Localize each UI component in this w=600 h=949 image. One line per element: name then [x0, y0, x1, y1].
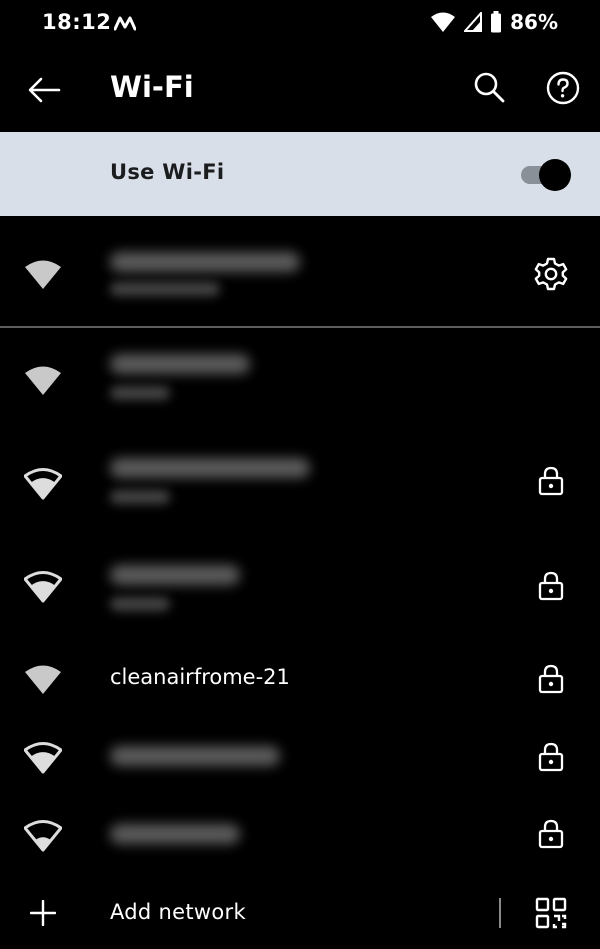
wifi-signal-full-icon	[25, 665, 61, 694]
plus-icon	[30, 900, 56, 926]
section-divider	[0, 326, 600, 328]
vertical-divider	[499, 898, 501, 928]
wifi-status-icon	[431, 12, 456, 32]
wifi-signal-strong-icon	[24, 742, 62, 774]
lock-icon	[538, 664, 564, 694]
redacted-network-status	[110, 490, 170, 504]
battery-percent: 86%	[510, 10, 558, 34]
redacted-network-status	[110, 386, 170, 400]
redacted-network-status	[110, 597, 170, 611]
network-row[interactable]	[0, 330, 600, 426]
page-title: Wi-Fi	[110, 70, 194, 104]
redacted-network-name	[110, 746, 280, 766]
redacted-network-name	[110, 458, 310, 478]
help-icon[interactable]	[546, 71, 580, 105]
m-app-icon	[114, 16, 136, 31]
status-icons: 86%	[430, 10, 558, 34]
lock-icon	[538, 742, 564, 772]
back-arrow-icon[interactable]	[26, 72, 62, 108]
use-wifi-switch[interactable]	[521, 159, 571, 191]
qr-scan-icon[interactable]	[535, 897, 567, 929]
lock-icon	[538, 571, 564, 601]
use-wifi-row[interactable]: Use Wi-Fi	[0, 132, 600, 216]
status-time: 18:12	[42, 10, 112, 34]
wifi-signal-strong-icon	[24, 571, 62, 603]
connected-network-row[interactable]	[0, 222, 600, 318]
redacted-network-name	[110, 824, 240, 844]
add-network-row[interactable]: Add network	[0, 872, 600, 949]
battery-icon	[491, 11, 502, 33]
network-name: cleanairfrome-21	[110, 665, 290, 689]
switch-thumb	[539, 159, 571, 191]
wifi-signal-full-icon	[25, 366, 61, 395]
wifi-signal-full-icon	[25, 260, 61, 289]
wifi-signal-strong-icon	[24, 468, 62, 500]
network-row[interactable]	[0, 436, 600, 532]
lock-icon	[538, 819, 564, 849]
redacted-network-name	[110, 565, 240, 585]
redacted-network-name	[110, 354, 250, 374]
settings-gear-icon[interactable]	[534, 257, 568, 291]
lock-icon	[538, 466, 564, 496]
cell-signal-icon	[464, 12, 483, 32]
add-network-label: Add network	[110, 900, 246, 924]
wifi-signal-weak-icon	[24, 820, 62, 852]
network-row[interactable]	[0, 788, 600, 884]
network-row[interactable]	[0, 543, 600, 639]
search-icon[interactable]	[472, 70, 506, 106]
redacted-network-name	[110, 252, 300, 272]
redacted-network-status	[110, 282, 220, 296]
use-wifi-label: Use Wi-Fi	[110, 160, 225, 184]
